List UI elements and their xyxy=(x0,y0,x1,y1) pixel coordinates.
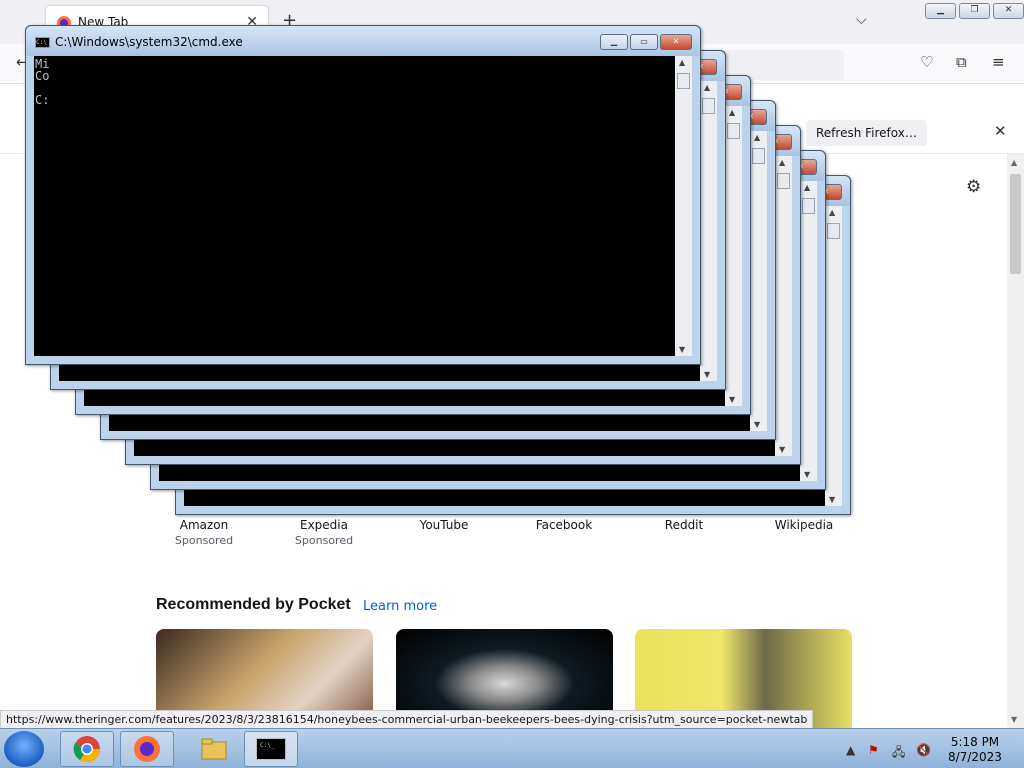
refresh-firefox-button[interactable]: Refresh Firefox… xyxy=(806,120,927,146)
scroll-down-arrow-icon[interactable]: ▼ xyxy=(679,345,685,354)
scrollbar-thumb[interactable] xyxy=(1010,174,1021,274)
taskbar-cmd[interactable]: C:\_ xyxy=(244,731,298,767)
scrollbar-thumb[interactable] xyxy=(777,173,790,189)
close-notification-icon[interactable]: ✕ xyxy=(994,122,1007,140)
clock[interactable]: 5:18 PM 8/7/2023 xyxy=(940,735,1010,765)
cmd-close-button[interactable]: ✕ xyxy=(660,34,692,50)
volume-muted-icon[interactable]: 🔇 xyxy=(916,743,931,757)
scroll-up-arrow-icon[interactable]: ▲ xyxy=(829,208,835,217)
clock-time: 5:18 PM xyxy=(950,735,1000,749)
taskbar-firefox[interactable] xyxy=(120,731,174,767)
scroll-down-arrow-icon[interactable]: ▼ xyxy=(704,370,710,379)
extensions-icon[interactable]: ⧉ xyxy=(956,53,967,71)
scroll-up-arrow-icon[interactable]: ▲ xyxy=(804,183,810,192)
top-site-name: Wikipedia xyxy=(774,518,834,532)
page-scrollbar[interactable]: ▲ ▼ xyxy=(1007,154,1024,728)
pocket-heading: Recommended by Pocket xyxy=(156,596,351,613)
firefox-icon xyxy=(134,736,160,762)
cmd-icon: C:\ xyxy=(35,37,50,48)
scroll-down-arrow-icon[interactable]: ▼ xyxy=(779,445,785,454)
minimize-button[interactable]: ▁ xyxy=(925,3,956,19)
top-site-name: Amazon xyxy=(179,518,229,532)
scroll-down-arrow-icon[interactable]: ▼ xyxy=(1011,715,1017,724)
cmd-icon: C:\_ xyxy=(256,738,286,760)
scrollbar-thumb[interactable] xyxy=(827,223,840,239)
folder-icon xyxy=(201,738,227,760)
cmd-title-bar[interactable]: C:\ C:\Windows\system32\cmd.exe ▁▭✕ xyxy=(26,26,700,56)
cmd-scrollbar[interactable]: ▲ ▼ xyxy=(800,181,817,481)
link-status-url: https://www.theringer.com/features/2023/… xyxy=(0,710,814,729)
top-site-sponsored-label: Sponsored xyxy=(174,534,234,547)
top-site-name: Facebook xyxy=(535,518,593,532)
scrollbar-thumb[interactable] xyxy=(802,198,815,214)
tray-arrow-icon[interactable]: ▲ xyxy=(846,743,855,757)
cmd-scrollbar[interactable]: ▲ ▼ xyxy=(775,156,792,456)
settings-gear-icon[interactable]: ⚙ xyxy=(966,177,981,197)
top-site-name: Reddit xyxy=(664,518,704,532)
console-line: Mi xyxy=(35,57,50,71)
cmd-scrollbar[interactable]: ▲ ▼ xyxy=(825,206,842,506)
cmd-minimize-button[interactable]: ▁ xyxy=(600,34,628,50)
scrollbar-thumb[interactable] xyxy=(752,148,765,164)
svg-text:C:\_: C:\_ xyxy=(260,742,275,749)
console-line: C: xyxy=(35,93,50,107)
close-window-button[interactable]: ✕ xyxy=(993,3,1024,19)
start-button[interactable] xyxy=(4,731,44,767)
network-icon[interactable]: 🖧 xyxy=(892,743,905,764)
chrome-icon xyxy=(73,736,101,763)
cmd-scrollbar[interactable]: ▲ ▼ xyxy=(700,81,717,381)
scroll-up-arrow-icon[interactable]: ▲ xyxy=(779,158,785,167)
scroll-down-arrow-icon[interactable]: ▼ xyxy=(729,395,735,404)
scroll-up-arrow-icon[interactable]: ▲ xyxy=(1011,158,1017,167)
scroll-up-arrow-icon[interactable]: ▲ xyxy=(754,133,760,142)
clock-date: 8/7/2023 xyxy=(948,750,1002,764)
scrollbar-thumb[interactable] xyxy=(677,73,690,89)
restore-button[interactable]: ❐ xyxy=(959,3,990,19)
scroll-down-arrow-icon[interactable]: ▼ xyxy=(754,420,760,429)
top-site-sponsored-label: Sponsored xyxy=(294,534,354,547)
taskbar-chrome[interactable] xyxy=(60,731,114,767)
pocket-icon[interactable]: ♡ xyxy=(920,53,933,71)
list-all-tabs-chevron-icon[interactable]: ⌵ xyxy=(856,12,867,28)
taskbar-explorer[interactable] xyxy=(187,731,241,767)
top-site-name: YouTube xyxy=(419,518,469,532)
scroll-up-arrow-icon[interactable]: ▲ xyxy=(704,83,710,92)
top-site-name: Expedia xyxy=(300,518,348,532)
console-line: Co xyxy=(35,69,50,83)
scroll-down-arrow-icon[interactable]: ▼ xyxy=(804,470,810,479)
learn-more-link[interactable]: Learn more xyxy=(363,599,437,614)
scroll-down-arrow-icon[interactable]: ▼ xyxy=(829,495,835,504)
scroll-up-arrow-icon[interactable]: ▲ xyxy=(679,58,685,67)
cmd-maximize-button[interactable]: ▭ xyxy=(630,34,658,50)
cmd-window-controls: ▁▭✕ xyxy=(600,34,692,50)
cmd-scrollbar[interactable]: ▲ ▼ xyxy=(675,56,692,356)
cmd-window-title: C:\Windows\system32\cmd.exe xyxy=(55,35,243,49)
scrollbar-thumb[interactable] xyxy=(727,123,740,139)
cmd-scrollbar[interactable]: ▲ ▼ xyxy=(750,131,767,431)
menu-hamburger-icon[interactable]: ≡ xyxy=(992,53,1005,71)
cmd-console-area[interactable]: Mi Co C: xyxy=(34,56,692,356)
taskbar: C:\_ ▲ ⚑ 🖧 🔇 5:18 PM 8/7/2023 xyxy=(0,728,1024,768)
scroll-up-arrow-icon[interactable]: ▲ xyxy=(729,108,735,117)
scrollbar-thumb[interactable] xyxy=(702,98,715,114)
action-center-flag-icon[interactable]: ⚑ xyxy=(868,743,879,757)
cmd-window[interactable]: C:\ C:\Windows\system32\cmd.exe ▁ ▭ ✕ Mi Co C: ▲… xyxy=(25,25,701,365)
window-controls: ▁ ❐ ✕ xyxy=(925,3,1024,19)
cmd-scrollbar[interactable]: ▲ ▼ xyxy=(725,106,742,406)
